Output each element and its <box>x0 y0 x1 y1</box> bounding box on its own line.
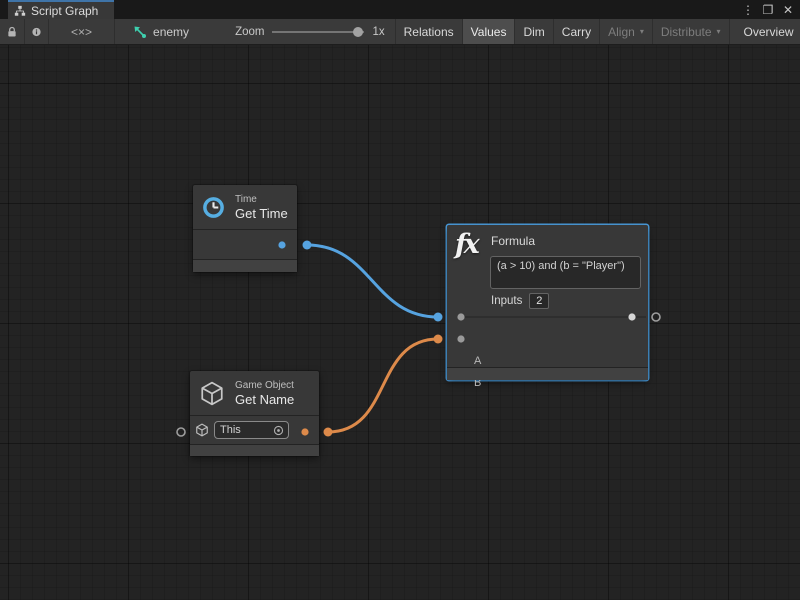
get-time-header[interactable]: Time Get Time <box>193 185 297 229</box>
toolbar-right-group: Relations Values Dim Carry Align ▾ Distr… <box>395 19 800 44</box>
edit-source-button[interactable]: <×> <box>49 19 115 44</box>
caret-down-icon: ▾ <box>717 28 721 36</box>
inputs-label: Inputs <box>491 295 522 307</box>
graph-canvas[interactable]: Time Get Time fx Formula (a > 10) and (b… <box>0 45 800 600</box>
overview-button[interactable]: Overview <box>729 19 800 44</box>
node-title: Get Time <box>235 206 288 221</box>
inputs-count-field[interactable]: 2 <box>529 293 549 309</box>
info-icon <box>32 26 41 38</box>
get-time-output-port[interactable] <box>303 241 312 250</box>
get-name-input-port-unconnected[interactable] <box>177 428 185 436</box>
breadcrumb-label: enemy <box>153 25 189 39</box>
zoom-value: 1x <box>372 26 384 38</box>
formula-input-b-port[interactable] <box>434 335 443 344</box>
values-button[interactable]: Values <box>462 19 515 44</box>
dim-button[interactable]: Dim <box>514 19 552 44</box>
node-formula[interactable]: fx Formula (a > 10) and (b = "Player") I… <box>447 225 648 380</box>
zoom-slider[interactable] <box>272 26 364 38</box>
game-object-cube-icon <box>199 380 225 407</box>
caret-down-icon: ▾ <box>640 28 644 36</box>
formula-output-port-unconnected[interactable] <box>652 313 660 321</box>
align-button[interactable]: Align ▾ <box>599 19 652 44</box>
relations-button[interactable]: Relations <box>395 19 462 44</box>
lock-icon <box>7 26 17 38</box>
zoom-control: Zoom 1x <box>199 19 395 44</box>
maximize-icon[interactable]: ❐ <box>760 2 776 18</box>
formula-input-a-port[interactable] <box>434 313 443 322</box>
wire-get-time-to-formula-a[interactable] <box>307 245 438 317</box>
clock-icon <box>202 196 225 219</box>
tab-label: Script Graph <box>31 4 98 18</box>
get-name-header[interactable]: Game Object Get Name <box>190 371 319 415</box>
tab-bar: Script Graph ⋮ ❐ ✕ <box>0 0 800 19</box>
target-object-value: This <box>220 424 269 436</box>
formula-expression-input[interactable]: (a > 10) and (b = "Player") <box>490 256 641 289</box>
lock-button[interactable] <box>0 19 25 44</box>
inspect-button[interactable] <box>25 19 49 44</box>
node-footer <box>193 259 297 272</box>
graph-asset-icon <box>133 25 147 38</box>
close-icon[interactable]: ✕ <box>780 2 796 18</box>
zoom-slider-handle[interactable] <box>353 27 363 37</box>
zoom-slider-track <box>272 31 364 33</box>
wire-get-name-to-formula-b[interactable] <box>328 339 438 432</box>
carry-button[interactable]: Carry <box>553 19 599 44</box>
node-category: Time <box>235 194 288 206</box>
node-get-name[interactable]: Game Object Get Name This <box>190 371 319 456</box>
get-name-output-port[interactable] <box>324 428 333 437</box>
graph-toolbar: <×> enemy Zoom 1x Relations Values <box>0 19 800 45</box>
zoom-label: Zoom <box>235 26 264 38</box>
formula-inputs-row: Inputs 2 <box>491 293 549 309</box>
game-object-cube-icon-small <box>195 423 209 437</box>
get-name-port-row: This <box>190 415 319 444</box>
window-controls: ⋮ ❐ ✕ <box>740 0 796 19</box>
node-footer <box>190 444 319 456</box>
target-object-field[interactable]: This <box>214 421 289 439</box>
window-menu-icon[interactable]: ⋮ <box>740 2 756 18</box>
object-picker-icon[interactable] <box>273 425 284 436</box>
graph-breadcrumb[interactable]: enemy <box>115 19 199 44</box>
node-footer <box>447 367 648 380</box>
node-title: Formula <box>491 234 535 248</box>
get-time-output-row <box>193 229 297 259</box>
code-icon: <×> <box>71 25 92 39</box>
distribute-button[interactable]: Distribute ▾ <box>652 19 729 44</box>
node-get-time[interactable]: Time Get Time <box>193 185 297 272</box>
formula-fx-icon: fx <box>455 229 489 260</box>
script-graph-window: Script Graph ⋮ ❐ ✕ <×> <box>0 0 800 600</box>
node-title: Get Name <box>235 392 294 407</box>
connections-overlay <box>0 45 800 600</box>
node-category: Game Object <box>235 380 294 392</box>
port-a-label: A <box>474 355 481 367</box>
tab-script-graph[interactable]: Script Graph <box>8 0 114 19</box>
graph-hierarchy-icon <box>14 5 26 17</box>
